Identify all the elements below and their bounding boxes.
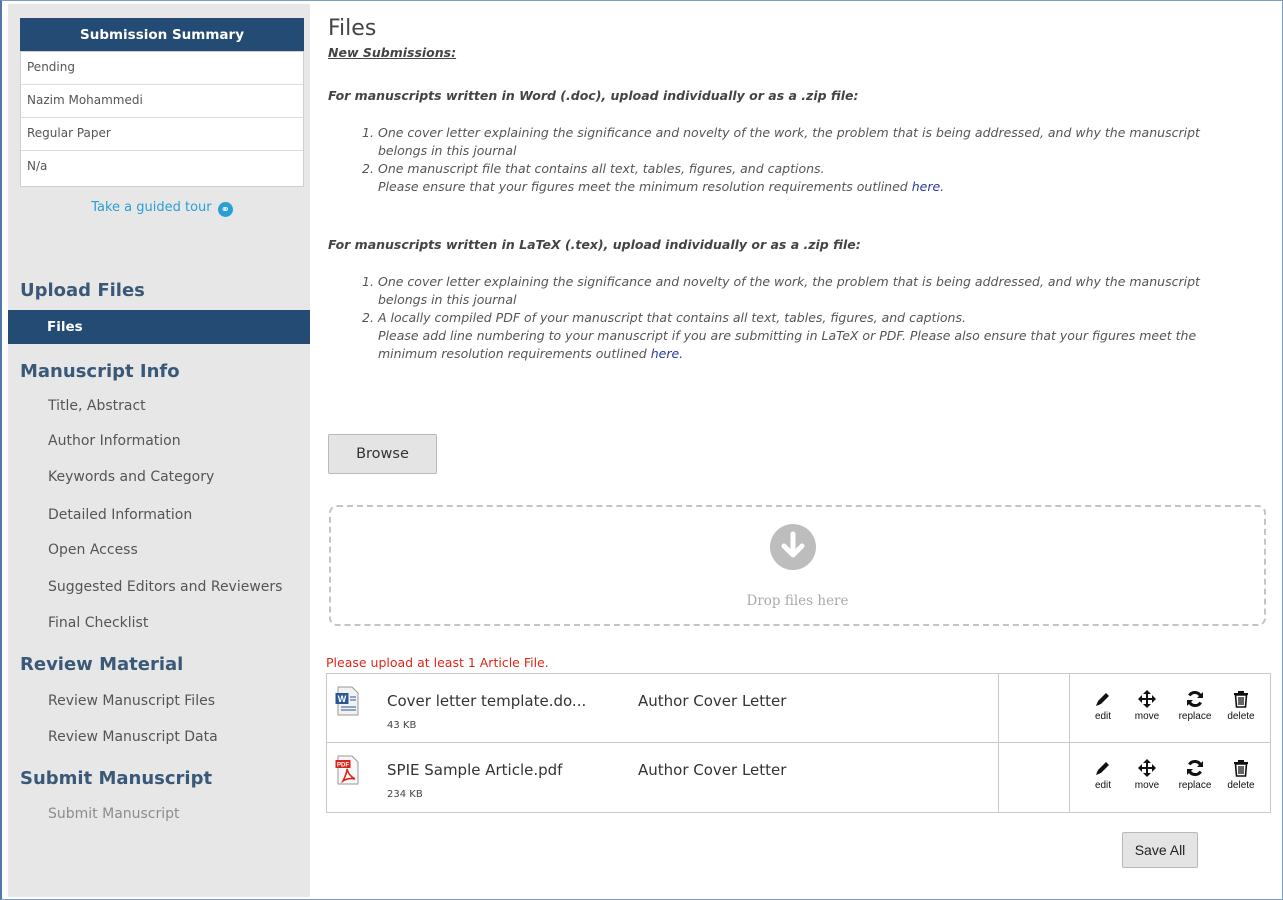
item-line: One cover letter explaining the signific…	[378, 274, 1200, 289]
latex-item-1: 1. One cover letter explaining the signi…	[362, 273, 1272, 309]
word-instructions-heading: For manuscripts written in Word (.doc), …	[328, 88, 859, 103]
item-line: belongs in this journal	[378, 143, 517, 158]
replace-label: replace	[1178, 780, 1212, 791]
latex-instructions-list: 1. One cover letter explaining the signi…	[362, 273, 1272, 363]
delete-label: delete	[1227, 780, 1255, 791]
submission-summary: Pending Nazim Mohammedi Regular Paper N/…	[20, 51, 304, 187]
delete-button[interactable]: delete	[1221, 757, 1261, 791]
column-divider	[1069, 743, 1070, 812]
pencil-icon	[1085, 757, 1121, 779]
item-number: 2.	[362, 310, 374, 325]
nav-heading-manuscript-info: Manuscript Info	[20, 361, 180, 382]
nav-item-submit-manuscript: Submit Manuscript	[48, 806, 180, 822]
refresh-icon	[1171, 688, 1219, 710]
item-number: 1.	[362, 125, 374, 140]
item-line: One manuscript file that contains all te…	[378, 161, 825, 176]
item-line: A locally compiled PDF of your manuscrip…	[378, 310, 966, 325]
move-arrows-icon	[1127, 688, 1167, 710]
svg-text:PDF: PDF	[337, 763, 349, 769]
svg-text:W: W	[338, 694, 347, 704]
item-line: minimum resolution requirements outlined…	[362, 345, 1272, 363]
nav-heading-upload-files: Upload Files	[20, 280, 145, 301]
refresh-icon	[1171, 757, 1219, 779]
file-dropzone[interactable]: Drop files here	[329, 505, 1266, 626]
upload-error-message: Please upload at least 1 Article File.	[326, 655, 549, 670]
file-type: Author Cover Letter	[638, 761, 787, 779]
replace-button[interactable]: replace	[1171, 757, 1219, 791]
word-item-1: 1. One cover letter explaining the signi…	[362, 124, 1272, 160]
word-doc-icon: W	[335, 686, 359, 716]
latex-instructions-heading: For manuscripts written in LaTeX (.tex),…	[328, 237, 861, 252]
nav-heading-review-material: Review Material	[20, 654, 184, 675]
item-line-text: Please ensure that your figures meet the…	[378, 179, 912, 194]
file-name: SPIE Sample Article.pdf	[387, 761, 563, 779]
nav-item-review-data[interactable]: Review Manuscript Data	[48, 729, 218, 745]
move-button[interactable]: move	[1127, 757, 1167, 791]
nav-item-title-abstract[interactable]: Title, Abstract	[48, 398, 146, 414]
file-type: Author Cover Letter	[638, 692, 787, 710]
edit-button[interactable]: edit	[1085, 757, 1121, 791]
column-divider	[1069, 674, 1070, 742]
guided-tour-label: Take a guided tour	[91, 200, 212, 215]
summary-author: Nazim Mohammedi	[21, 85, 303, 118]
item-line: One cover letter explaining the signific…	[378, 125, 1200, 140]
resolution-here-link[interactable]: here.	[912, 179, 944, 194]
item-line-text: minimum resolution requirements outlined	[378, 346, 651, 361]
nav-item-files[interactable]: Files	[8, 310, 310, 344]
edit-label: edit	[1094, 711, 1112, 722]
trash-icon	[1221, 688, 1261, 710]
delete-label: delete	[1227, 711, 1255, 722]
replace-button[interactable]: replace	[1171, 688, 1219, 722]
edit-label: edit	[1094, 780, 1112, 791]
delete-button[interactable]: delete	[1221, 688, 1261, 722]
item-number: 1.	[362, 274, 374, 289]
page-title: Files	[328, 16, 377, 41]
column-divider	[998, 674, 999, 742]
file-size: 234 KB	[387, 789, 423, 800]
file-size: 43 KB	[387, 720, 417, 731]
file-row: W Cover letter template.do... 43 KB Auth…	[327, 674, 1270, 743]
move-label: move	[1134, 780, 1160, 791]
nav-item-suggested-editors[interactable]: Suggested Editors and Reviewers	[48, 579, 282, 595]
replace-label: replace	[1178, 711, 1212, 722]
word-instructions-list: 1. One cover letter explaining the signi…	[362, 124, 1272, 196]
summary-paper-type: Regular Paper	[21, 118, 303, 151]
item-line: belongs in this journal	[378, 292, 517, 307]
summary-status: Pending	[21, 52, 303, 85]
download-arrow-icon	[770, 524, 816, 570]
word-item-2: 2. One manuscript file that contains all…	[362, 160, 1272, 196]
drop-files-text: Drop files here	[746, 593, 849, 609]
column-divider	[998, 743, 999, 812]
nav-item-final-checklist[interactable]: Final Checklist	[48, 615, 148, 631]
nav-item-review-files[interactable]: Review Manuscript Files	[48, 693, 215, 709]
nav-item-open-access[interactable]: Open Access	[48, 542, 138, 558]
nav-item-author-information[interactable]: Author Information	[48, 433, 181, 449]
pdf-icon: PDF	[335, 755, 359, 785]
browse-button[interactable]: Browse	[328, 434, 437, 474]
resolution-here-link[interactable]: here.	[651, 346, 683, 361]
item-number: 2.	[362, 161, 374, 176]
save-all-button[interactable]: Save All	[1122, 832, 1198, 868]
nav-heading-submit-manuscript: Submit Manuscript	[20, 768, 213, 789]
pencil-icon	[1085, 688, 1121, 710]
new-submissions-heading: New Submissions:	[328, 45, 457, 60]
file-name: Cover letter template.do...	[387, 692, 587, 710]
submission-summary-title: Submission Summary	[20, 18, 304, 51]
latex-item-2: 2. A locally compiled PDF of your manusc…	[362, 309, 1272, 363]
move-arrows-icon	[1127, 757, 1167, 779]
move-label: move	[1134, 711, 1160, 722]
nav-item-keywords-category[interactable]: Keywords and Category	[48, 469, 214, 485]
file-row: PDF SPIE Sample Article.pdf 234 KB Autho…	[327, 743, 1270, 812]
item-line: Please ensure that your figures meet the…	[362, 178, 1272, 196]
move-button[interactable]: move	[1127, 688, 1167, 722]
nav-item-detailed-information[interactable]: Detailed Information	[48, 507, 192, 523]
item-line: Please add line numbering to your manusc…	[378, 328, 1197, 343]
globe-icon: ⚭	[217, 202, 233, 217]
trash-icon	[1221, 757, 1261, 779]
summary-extra: N/a	[27, 159, 48, 173]
edit-button[interactable]: edit	[1085, 688, 1121, 722]
sidebar: Submission Summary Pending Nazim Mohamme…	[8, 4, 310, 897]
uploaded-files-table: W Cover letter template.do... 43 KB Auth…	[326, 673, 1271, 813]
guided-tour-link[interactable]: Take a guided tour ⚭	[20, 200, 304, 217]
